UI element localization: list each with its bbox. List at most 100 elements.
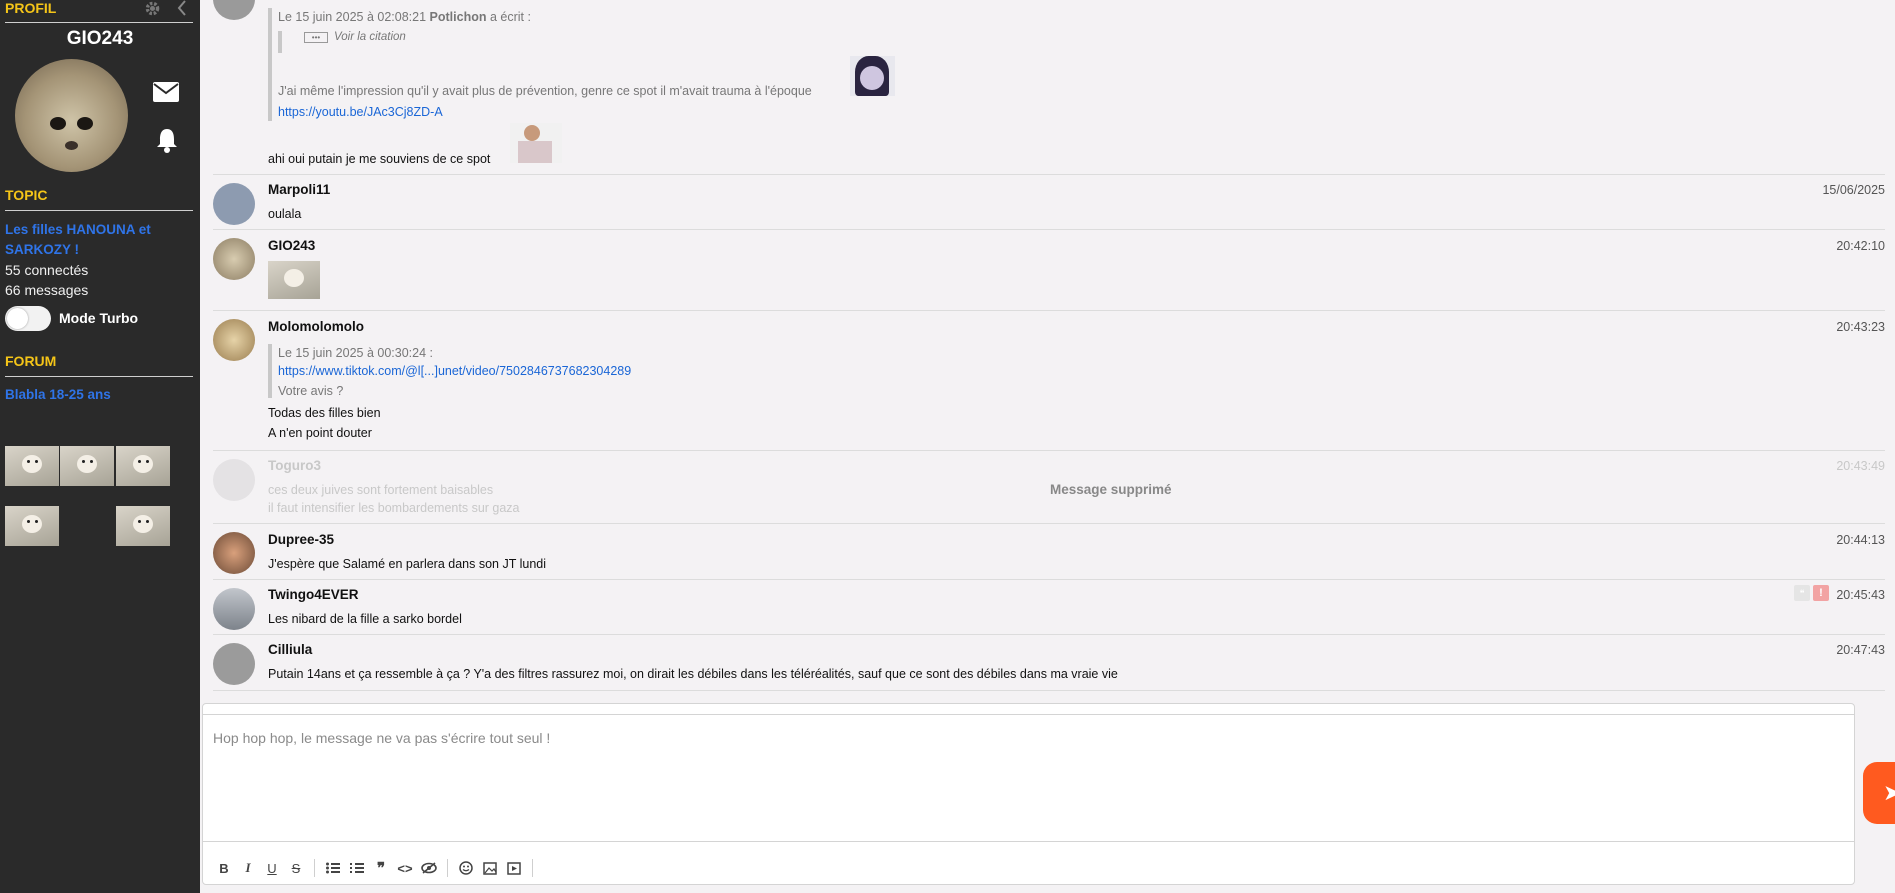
message-item: Twingo4EVER ❝ ! 20:45:43 Les nibard de l…	[213, 580, 1885, 635]
message-author[interactable]: Cilliula	[268, 642, 312, 657]
sticker-image	[850, 56, 895, 96]
sticker-thumbnail[interactable]	[5, 446, 59, 486]
divider	[5, 210, 193, 211]
topic-title-link[interactable]: Les filles HANOUNA et SARKOZY !	[5, 220, 165, 260]
collapse-chevron-icon[interactable]	[176, 0, 188, 19]
message-text: ces deux juives sont fortement baisables	[268, 483, 494, 497]
quote-header: Le 15 juin 2025 à 02:08:21	[278, 10, 430, 24]
message-time: 20:42:10	[1836, 239, 1885, 253]
divider	[314, 859, 315, 877]
quote-header-suffix: a écrit :	[486, 10, 531, 24]
message-input[interactable]	[203, 714, 1854, 842]
quote-block: Le 15 juin 2025 à 00:30:24 : https://www…	[268, 344, 768, 398]
message-text: Todas des filles bien	[268, 406, 381, 420]
forum-link[interactable]: Blabla 18-25 ans	[5, 387, 111, 402]
message-item: Marpoli11 15/06/2025 oulala	[213, 175, 1885, 230]
topic-label: TOPIC	[5, 187, 48, 203]
message-time: 20:44:13	[1836, 533, 1885, 547]
video-icon[interactable]	[503, 857, 525, 879]
message-item: GIO243 20:42:10	[213, 230, 1885, 311]
message-item-deleted: Toguro3 20:43:49 ces deux juives sont fo…	[213, 451, 1885, 524]
user-avatar[interactable]	[213, 532, 255, 574]
nested-quote-toggle[interactable]: ••• Voir la citation	[278, 31, 406, 53]
message-time: 20:43:23	[1836, 320, 1885, 334]
quote-block: Le 15 juin 2025 à 02:08:21 Potlichon a é…	[268, 8, 968, 121]
quote-reply-icon[interactable]: ❝	[1794, 585, 1810, 601]
quote-header: Le 15 juin 2025 à 00:30:24 :	[278, 346, 433, 360]
message-author[interactable]: Twingo4EVER	[268, 587, 359, 602]
sticker-image	[510, 123, 562, 163]
message-item: Le 15 juin 2025 à 02:08:21 Potlichon a é…	[213, 0, 1885, 175]
message-item: Cilliula 20:47:43 Putain 14ans et ça res…	[213, 635, 1885, 691]
message-time: 20:45:43	[1836, 588, 1885, 602]
divider	[447, 859, 448, 877]
mail-icon[interactable]	[152, 81, 180, 106]
bold-icon[interactable]: B	[213, 857, 235, 879]
sticker-image[interactable]	[268, 261, 320, 299]
user-avatar[interactable]	[213, 183, 255, 225]
message-text: J'espère que Salamé en parlera dans son …	[268, 557, 547, 571]
divider	[5, 22, 193, 23]
quote-author[interactable]: Potlichon	[430, 10, 487, 24]
message-text: oulala	[268, 207, 302, 221]
gear-icon[interactable]	[144, 0, 161, 20]
message-text: il faut intensifier les bombardements su…	[268, 501, 520, 515]
forum-label: FORUM	[5, 353, 57, 369]
deleted-label: Message supprimé	[1050, 482, 1172, 497]
image-icon[interactable]	[479, 857, 501, 879]
quote-text: J'ai même l'impression qu'il y avait plu…	[278, 84, 812, 98]
bullet-list-icon[interactable]	[322, 857, 344, 879]
message-author[interactable]: GIO243	[268, 238, 315, 253]
emoji-icon[interactable]	[455, 857, 477, 879]
user-avatar[interactable]	[213, 319, 255, 361]
message-item: Dupree-35 20:44:13 J'espère que Salamé e…	[213, 524, 1885, 580]
message-time: 20:43:49	[1836, 459, 1885, 473]
messages-count: 66 messages	[5, 282, 89, 298]
message-text: A n'en point douter	[268, 426, 372, 440]
message-feed: Le 15 juin 2025 à 02:08:21 Potlichon a é…	[200, 0, 1895, 695]
connected-count: 55 connectés	[5, 262, 89, 278]
numbered-list-icon[interactable]	[346, 857, 368, 879]
message-item: Molomolomolo 20:43:23 Le 15 juin 2025 à …	[213, 311, 1885, 451]
send-button[interactable]: ➤	[1863, 762, 1895, 824]
sticker-thumbnail[interactable]	[116, 446, 170, 486]
user-avatar[interactable]	[213, 238, 255, 280]
message-author[interactable]: Molomolomolo	[268, 319, 364, 334]
quote-link[interactable]: https://youtu.be/JAc3Cj8ZD-A	[278, 105, 443, 119]
quote-icon[interactable]: ❞	[370, 857, 392, 879]
message-time: 15/06/2025	[1822, 183, 1885, 197]
user-avatar[interactable]	[213, 0, 255, 20]
sidebar: PROFIL GIO243 TOPIC Les filles HANOUNA e…	[0, 0, 200, 893]
profile-avatar[interactable]	[15, 59, 128, 172]
turbo-mode-label: Mode Turbo	[59, 310, 139, 326]
quote-link[interactable]: https://www.tiktok.com/@l[...]unet/video…	[278, 364, 631, 378]
spoiler-icon[interactable]	[418, 857, 440, 879]
message-time: 20:47:43	[1836, 643, 1885, 657]
sticker-thumbnail[interactable]	[5, 506, 59, 546]
turbo-mode-toggle[interactable]	[5, 306, 51, 331]
bell-icon[interactable]	[155, 127, 179, 156]
quote-text: Votre avis ?	[278, 384, 344, 398]
profile-label: PROFIL	[5, 0, 57, 16]
profile-username: GIO243	[66, 28, 134, 49]
sticker-thumbnail[interactable]	[116, 506, 170, 546]
strikethrough-icon[interactable]: S	[285, 857, 307, 879]
formatting-toolbar: B I U S ❞ <>	[213, 856, 540, 880]
message-text: Putain 14ans et ça ressemble à ça ? Y'a …	[268, 667, 1118, 681]
user-avatar[interactable]	[213, 643, 255, 685]
divider	[532, 859, 533, 877]
user-avatar[interactable]	[213, 588, 255, 630]
message-text: ahi oui putain je me souviens de ce spot	[268, 152, 491, 166]
message-text: Les nibard de la fille a sarko bordel	[268, 612, 462, 626]
report-icon[interactable]: !	[1813, 585, 1829, 601]
italic-icon[interactable]: I	[237, 857, 259, 879]
send-arrow-icon: ➤	[1883, 780, 1895, 805]
sticker-thumbnail[interactable]	[60, 446, 114, 486]
ellipsis-icon: •••	[304, 32, 328, 43]
message-author: Toguro3	[268, 458, 321, 473]
underline-icon[interactable]: U	[261, 857, 283, 879]
code-icon[interactable]: <>	[394, 857, 416, 879]
message-author[interactable]: Marpoli11	[268, 182, 330, 197]
user-avatar	[213, 459, 255, 501]
message-author[interactable]: Dupree-35	[268, 532, 334, 547]
